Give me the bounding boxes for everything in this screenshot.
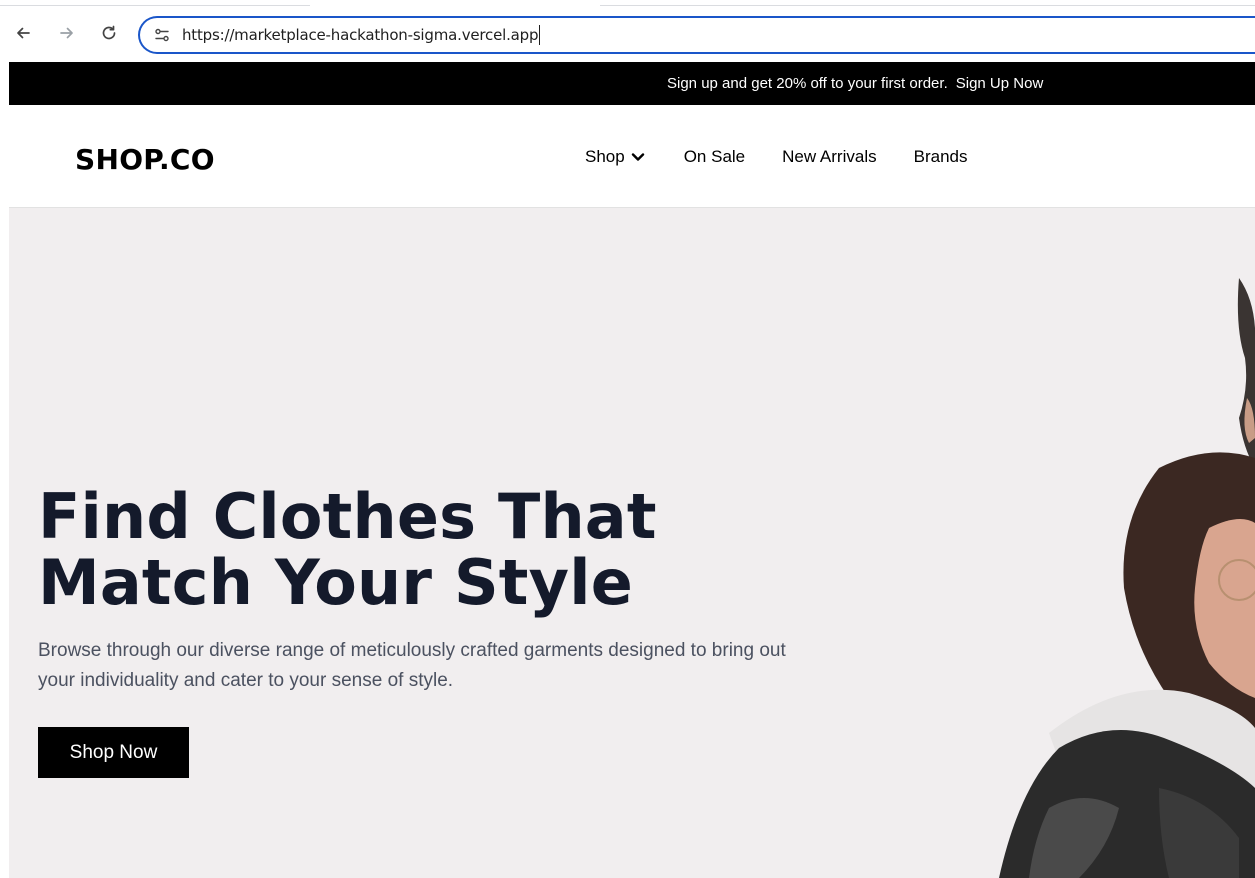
web-page: Sign up and get 20% off to your first or… — [9, 62, 1255, 878]
main-nav: Shop On Sale New Arrivals Brands — [585, 147, 967, 167]
hero-section: Find Clothes That Match Your Style Brows… — [9, 208, 1255, 878]
reload-button[interactable] — [96, 20, 122, 46]
hero-model-image — [999, 278, 1255, 878]
nav-item-brands[interactable]: Brands — [914, 147, 968, 167]
nav-item-label: Shop — [585, 147, 625, 166]
chevron-down-icon — [629, 148, 647, 166]
site-info-icon[interactable] — [152, 25, 172, 45]
text-caret — [539, 25, 541, 45]
hero-subtitle: Browse through our diverse range of meti… — [38, 640, 786, 691]
nav-item-on-sale[interactable]: On Sale — [684, 147, 745, 167]
hero-title-line: Match Your Style — [38, 546, 633, 619]
shop-now-button[interactable]: Shop Now — [38, 727, 189, 778]
back-arrow-icon — [17, 27, 30, 39]
promo-banner: Sign up and get 20% off to your first or… — [9, 62, 1255, 105]
browser-toolbar: https://marketplace-hackathon-sigma.verc… — [0, 0, 1255, 62]
forward-button[interactable] — [54, 20, 80, 46]
site-header: SHOP.CO Shop On Sale New Arrivals Brands — [9, 105, 1255, 208]
hero-title-line: Find Clothes That — [38, 480, 657, 553]
back-button[interactable] — [10, 20, 36, 46]
sign-up-link[interactable]: Sign Up Now — [956, 75, 1044, 92]
nav-item-new-arrivals[interactable]: New Arrivals — [782, 147, 876, 167]
url-text[interactable]: https://marketplace-hackathon-sigma.verc… — [182, 26, 538, 44]
nav-item-label: New Arrivals — [782, 147, 877, 166]
nav-item-label: Brands — [913, 147, 968, 166]
nav-item-label: On Sale — [683, 147, 746, 166]
tab-strip-edge — [0, 0, 310, 6]
hero-title: Find Clothes That Match Your Style — [38, 484, 758, 616]
forward-arrow-icon — [60, 27, 73, 39]
site-logo[interactable]: SHOP.CO — [75, 143, 215, 176]
tab-strip-edge — [600, 0, 1255, 6]
reload-icon — [102, 25, 116, 40]
address-bar[interactable]: https://marketplace-hackathon-sigma.verc… — [138, 16, 1255, 54]
nav-item-shop[interactable]: Shop — [585, 147, 647, 167]
promo-text: Sign up and get 20% off to your first or… — [667, 75, 948, 92]
